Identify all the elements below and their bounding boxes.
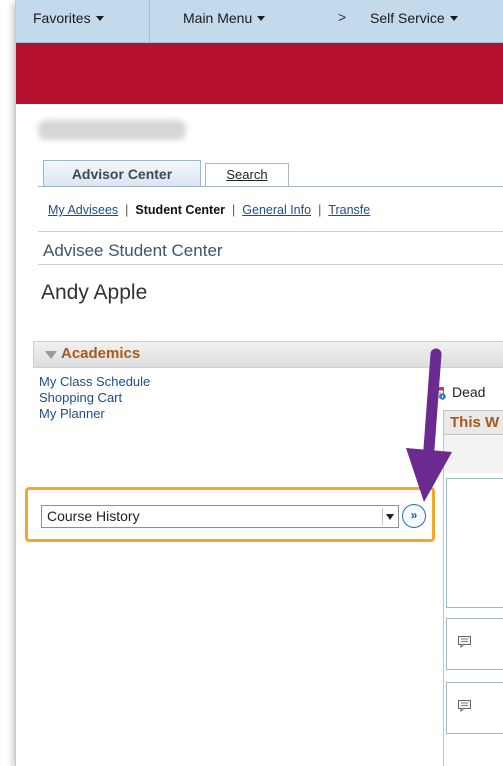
subnav-separator: | xyxy=(125,203,129,217)
blurred-user-name xyxy=(38,120,186,140)
top-nav-bar: Favorites Main Menu > Self Service xyxy=(16,0,503,43)
academics-title: Academics xyxy=(61,345,141,362)
chevron-down-icon xyxy=(257,16,266,21)
subnav-student-center[interactable]: Student Center xyxy=(135,203,225,217)
class-note-icon[interactable] xyxy=(458,636,472,648)
self-service-label: Self Service xyxy=(370,10,445,26)
subnav-divider xyxy=(38,231,503,232)
dropdown-selected-value: Course History xyxy=(47,508,140,524)
tab-underline xyxy=(38,186,503,187)
subnav-separator: | xyxy=(232,203,236,217)
link-shopping-cart[interactable]: Shopping Cart xyxy=(39,390,150,406)
main-menu-label: Main Menu xyxy=(183,10,253,26)
main-menu[interactable]: Main Menu xyxy=(183,0,266,42)
double-chevron-right-icon: » xyxy=(410,508,418,522)
chevron-down-icon[interactable] xyxy=(386,514,394,520)
weekly-schedule-table: This W xyxy=(432,396,503,766)
go-button[interactable]: » xyxy=(402,504,426,528)
favorites-label: Favorites xyxy=(33,10,91,26)
collapse-triangle-icon[interactable] xyxy=(45,351,57,359)
table-border xyxy=(443,435,444,766)
academics-links: My Class Schedule Shopping Cart My Plann… xyxy=(39,374,150,422)
page-title: Advisee Student Center xyxy=(43,241,223,260)
tab-advisor-center[interactable]: Advisor Center xyxy=(43,160,201,186)
subnav-transfer[interactable]: Transfe xyxy=(328,203,370,217)
breadcrumb-separator: > xyxy=(338,9,347,25)
table-title: This W xyxy=(443,410,503,435)
menu-divider xyxy=(149,0,150,42)
class-note-icon[interactable] xyxy=(458,700,472,712)
dropdown-divider xyxy=(382,508,383,525)
brand-banner xyxy=(16,43,503,104)
subnav-my-advisees[interactable]: My Advisees xyxy=(48,203,118,217)
academics-dropdown[interactable]: Course History xyxy=(41,505,399,528)
table-row xyxy=(446,682,503,734)
link-my-class-schedule[interactable]: My Class Schedule xyxy=(39,374,150,390)
sub-navigation: My Advisees | Student Center | General Info |… xyxy=(48,203,370,217)
tab-search[interactable]: Search xyxy=(205,163,289,186)
table-row xyxy=(446,618,503,670)
chevron-down-icon xyxy=(95,16,104,21)
link-my-planner[interactable]: My Planner xyxy=(39,406,150,422)
self-service-menu[interactable]: Self Service xyxy=(370,0,458,42)
browser-frame: Favorites Main Menu > Self Service Advis… xyxy=(15,0,503,766)
academics-section-header[interactable]: Academics xyxy=(33,341,503,368)
student-name: Andy Apple xyxy=(41,281,148,304)
table-row xyxy=(446,478,503,608)
title-divider xyxy=(38,264,503,265)
favorites-menu[interactable]: Favorites xyxy=(33,0,104,42)
tab-search-label: Search xyxy=(226,167,268,182)
subnav-general-info[interactable]: General Info xyxy=(242,203,311,217)
table-subheader xyxy=(443,435,503,473)
chevron-down-icon xyxy=(449,16,458,21)
subnav-separator: | xyxy=(318,203,322,217)
